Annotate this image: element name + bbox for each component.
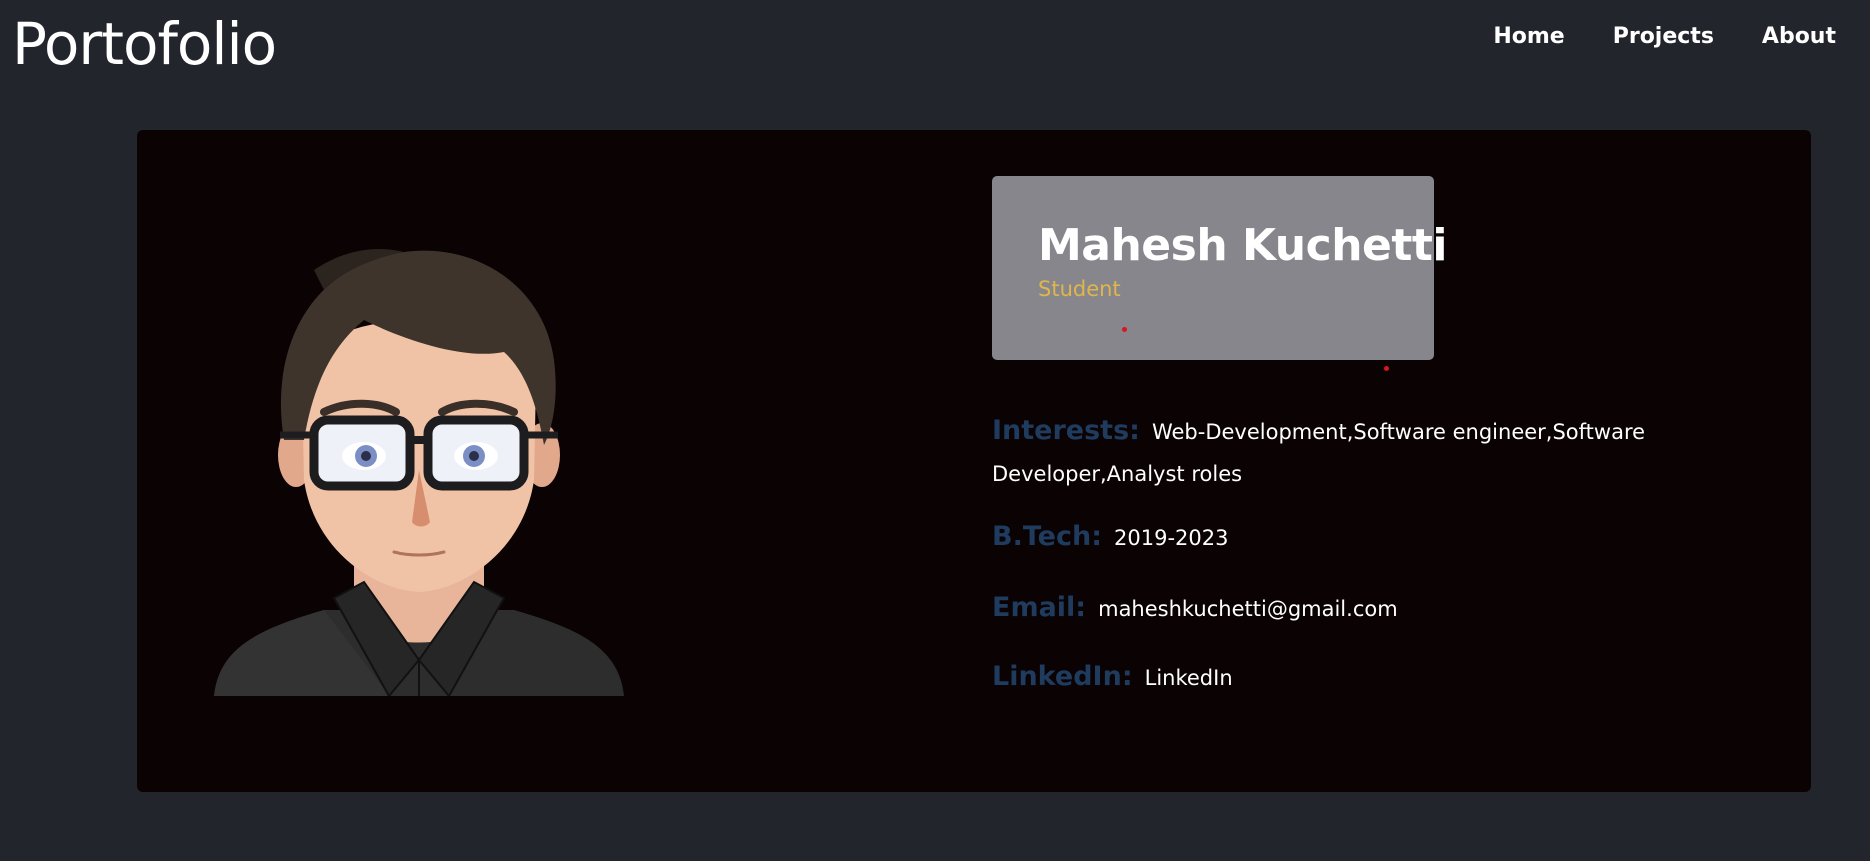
linkedin-label: LinkedIn: — [992, 661, 1133, 692]
email-link[interactable]: maheshkuchetti@gmail.com — [1098, 597, 1398, 621]
email-label: Email: — [992, 592, 1087, 623]
main-nav: Home Projects About — [1493, 20, 1836, 54]
profile-card: Mahesh Kuchetti Student Interests: Web-De… — [137, 130, 1811, 792]
profile-name: Mahesh Kuchetti — [1038, 220, 1448, 271]
site-header: Portofolio Home Projects About — [0, 0, 1870, 90]
linkedin-link[interactable]: LinkedIn — [1145, 666, 1233, 690]
btech-row: B.Tech: 2019-2023 — [992, 517, 1682, 560]
profile-role: Student — [1038, 277, 1121, 301]
interests-label: Interests: — [992, 415, 1140, 446]
avatar-illustration — [214, 249, 624, 696]
nav-about-link[interactable]: About — [1762, 20, 1836, 54]
red-dot-marker — [1122, 327, 1127, 332]
name-box: Mahesh Kuchetti Student — [992, 176, 1448, 360]
email-row: Email: maheshkuchetti@gmail.com — [992, 588, 1682, 631]
nav-projects-link[interactable]: Projects — [1613, 20, 1714, 54]
linkedin-row: LinkedIn: LinkedIn — [992, 657, 1682, 700]
btech-value: 2019-2023 — [1114, 526, 1229, 550]
nav-home-link[interactable]: Home — [1493, 20, 1564, 54]
red-dot-marker — [1384, 366, 1389, 371]
interests-row: Interests: Web-Development,Software engin… — [992, 411, 1682, 496]
site-brand[interactable]: Portofolio — [12, 6, 277, 82]
btech-label: B.Tech: — [992, 521, 1103, 552]
